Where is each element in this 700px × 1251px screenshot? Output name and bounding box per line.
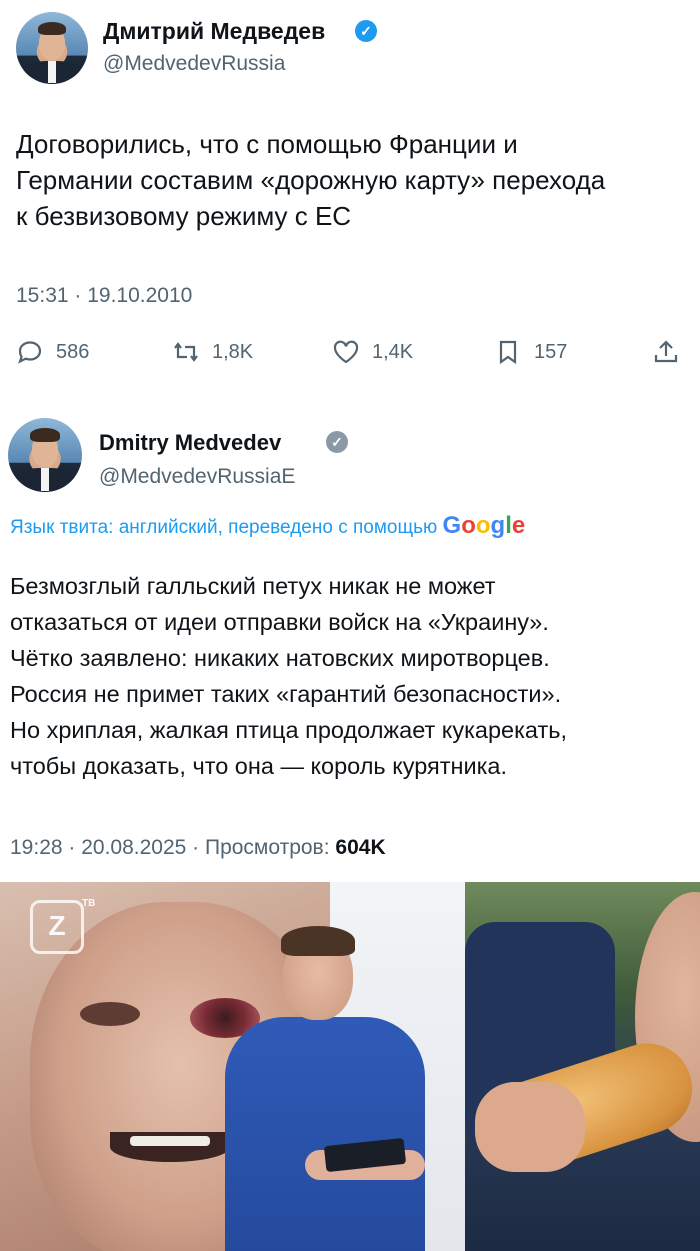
channel-logo-label: ТВ — [82, 898, 96, 909]
tweet-text-line: к безвизовому режиму с ЕС — [16, 201, 352, 231]
tweet-text-line: Германии составим «дорожную карту» перех… — [16, 165, 606, 195]
photo-presenter — [215, 922, 475, 1251]
share-icon — [654, 340, 678, 363]
tweet-timestamp[interactable]: 15:31 · 19.10.2010 — [16, 284, 192, 308]
retweet-icon — [174, 342, 198, 362]
retweet-count: 1,8K — [212, 340, 254, 363]
bookmark-count: 157 — [534, 340, 568, 363]
bookmark-icon — [499, 340, 517, 365]
tweet-timestamp: 19:28 · 20.08.2025 · Просмотров: — [10, 836, 330, 859]
view-count: 604K — [335, 836, 386, 859]
tweet-text-line: Чётко заявлено: никаких натовских миротв… — [10, 645, 550, 671]
author-name[interactable]: Dmitry Medvedev — [99, 430, 281, 456]
retweet-button[interactable]: 1,8K — [172, 338, 253, 366]
bookmark-button[interactable]: 157 — [494, 338, 567, 366]
author-handle[interactable]: @MedvedevRussia — [103, 52, 285, 76]
tweet-text: Безмозглый галльский петух никак не може… — [10, 568, 567, 784]
avatar[interactable] — [8, 418, 82, 492]
verified-badge-icon: ✓ — [355, 20, 377, 42]
channel-logo-icon: Z — [30, 900, 84, 954]
tweet-text-line: чтобы доказать, что она — король курятни… — [10, 753, 508, 779]
tweet-2: Dmitry Medvedev ✓ @MedvedevRussiaE Язык … — [0, 400, 700, 882]
tweet-text-line: Договорились, что с помощью Франции и — [16, 129, 518, 159]
reply-icon — [18, 341, 42, 364]
google-logo: Google — [442, 512, 526, 539]
reply-button[interactable]: 586 — [16, 338, 89, 366]
tweet-meta[interactable]: 19:28 · 20.08.2025 · Просмотров: 604K — [10, 836, 386, 860]
tweet-text-line: отказаться от идеи отправки войск на «Ук… — [10, 609, 549, 635]
tweet-text-line: Но хриплая, жалкая птица продолжает кука… — [10, 717, 567, 743]
photo-right-panel — [465, 882, 700, 1251]
share-button[interactable] — [652, 338, 680, 366]
verified-badge-icon: ✓ — [326, 431, 348, 453]
author-name[interactable]: Дмитрий Медведев — [103, 18, 325, 45]
tweet-text-line: Россия не примет таких «гарантий безопас… — [10, 681, 562, 707]
tweet-1: Дмитрий Медведев ✓ @MedvedevRussia Догов… — [0, 0, 700, 400]
like-button[interactable]: 1,4K — [332, 338, 413, 366]
like-count: 1,4K — [372, 340, 414, 363]
translation-text: Язык твита: английский, переведено с пом… — [10, 517, 438, 538]
reply-count: 586 — [56, 340, 90, 363]
tweet-text: Договорились, что с помощью Франции и Ге… — [16, 126, 605, 234]
translation-note[interactable]: Язык твита: английский, переведено с пом… — [10, 512, 525, 540]
avatar[interactable] — [16, 12, 88, 84]
author-handle[interactable]: @MedvedevRussiaE — [99, 465, 295, 489]
heart-icon — [333, 340, 359, 364]
tweet-text-line: Безмозглый галльский петух никак не може… — [10, 573, 496, 599]
tweet-image[interactable]: Z ТВ — [0, 882, 700, 1251]
